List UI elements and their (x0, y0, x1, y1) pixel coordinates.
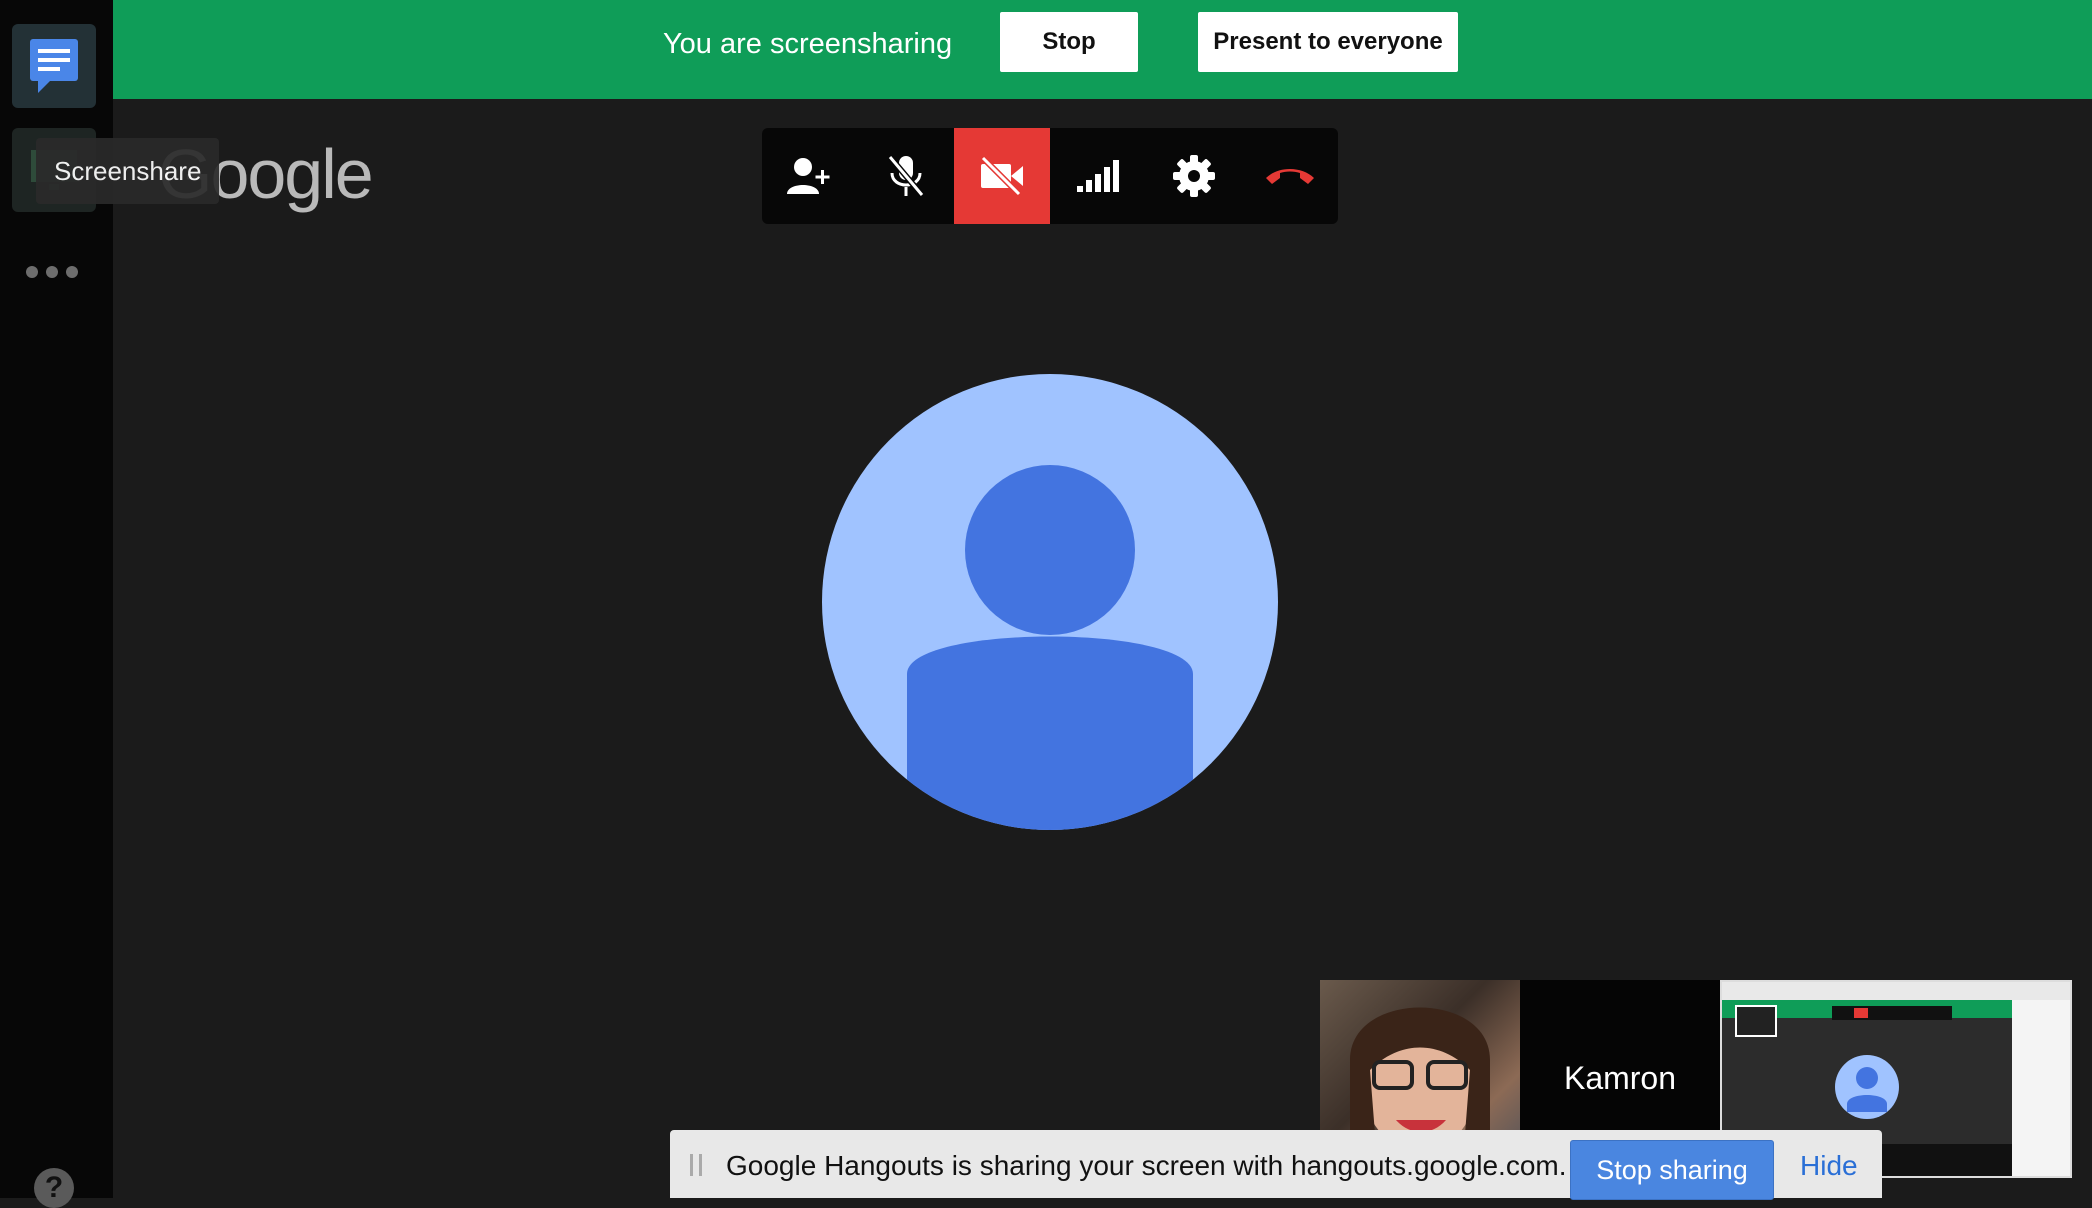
drag-handle-icon[interactable] (690, 1154, 702, 1176)
chat-icon (30, 39, 78, 93)
add-person-icon (787, 158, 830, 194)
signal-icon (1077, 160, 1119, 192)
signal-button[interactable] (1050, 128, 1146, 224)
hangup-button[interactable] (1242, 128, 1338, 224)
hide-link[interactable]: Hide (1800, 1150, 1858, 1182)
gear-icon (1173, 155, 1215, 197)
participant-avatar (822, 374, 1278, 830)
settings-button[interactable] (1146, 128, 1242, 224)
video-off-icon (980, 156, 1023, 196)
present-to-everyone-button[interactable]: Present to everyone (1198, 12, 1458, 72)
screenshare-status: You are screensharing (663, 28, 953, 60)
add-person-button[interactable] (762, 128, 858, 224)
chat-button[interactable] (12, 24, 96, 108)
screenshare-tooltip: Screenshare (36, 138, 220, 204)
stop-button[interactable]: Stop (1000, 12, 1138, 72)
call-controls (762, 128, 1338, 224)
sharing-notification-text: Google Hangouts is sharing your screen w… (726, 1150, 1567, 1181)
sharing-notification-bar: Google Hangouts is sharing your screen w… (670, 1130, 1882, 1200)
camera-button[interactable] (954, 128, 1050, 224)
mic-button[interactable] (858, 128, 954, 224)
more-dots-icon[interactable] (26, 262, 86, 282)
stop-sharing-button[interactable]: Stop sharing (1570, 1140, 1774, 1200)
mic-off-icon (887, 155, 925, 197)
screenshare-banner: You are screensharing Stop Present to ev… (113, 0, 2092, 99)
help-button[interactable]: ? (34, 1168, 74, 1208)
hangup-icon (1266, 169, 1314, 184)
